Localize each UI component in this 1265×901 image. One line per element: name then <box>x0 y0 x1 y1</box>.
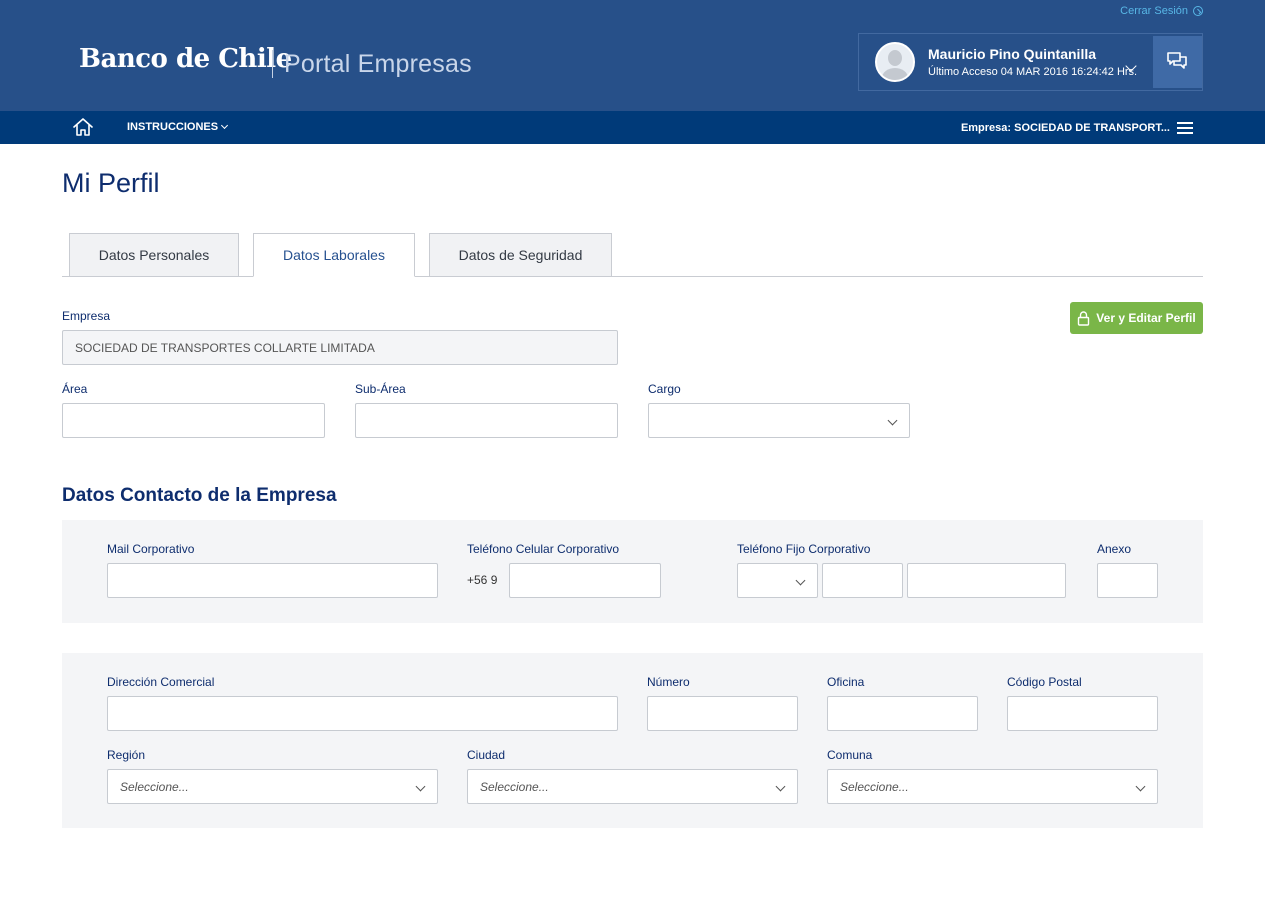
area-label: Área <box>62 382 88 396</box>
empresa-label: Empresa <box>62 309 111 323</box>
cell-input[interactable] <box>509 563 661 598</box>
street-label: Dirección Comercial <box>107 675 215 689</box>
cell-label: Teléfono Celular Corporativo <box>467 542 620 556</box>
logout-link[interactable]: Cerrar Sesión <box>1120 5 1203 17</box>
number-label: Número <box>647 675 690 689</box>
logo-divider <box>272 50 273 78</box>
hamburger-menu-icon[interactable] <box>1177 122 1193 134</box>
portal-title: Portal Empresas <box>284 50 472 78</box>
logout-label[interactable]: Cerrar Sesión <box>1120 5 1188 17</box>
tab-datos-personales[interactable]: Datos Personales <box>69 233 239 277</box>
subarea-label: Sub-Área <box>355 382 406 396</box>
cell-prefix: +56 9 <box>467 573 498 587</box>
commune-select[interactable]: Seleccione... <box>827 769 1158 804</box>
region-select[interactable]: Seleccione... <box>107 769 438 804</box>
ext-label: Anexo <box>1097 542 1132 556</box>
page-title: Mi Perfil <box>62 168 160 198</box>
bank-logo[interactable]: Banco de Chile <box>79 44 292 74</box>
phone-label: Teléfono Fijo Corporativo <box>737 542 871 556</box>
ext-input[interactable] <box>1097 563 1158 598</box>
office-input[interactable] <box>827 696 978 731</box>
tab-datos-laborales[interactable]: Datos Laborales <box>253 233 415 277</box>
chat-button[interactable] <box>1153 36 1202 88</box>
office-label: Oficina <box>827 675 865 689</box>
lock-icon <box>1078 310 1090 326</box>
city-label: Ciudad <box>467 748 506 762</box>
phone-code-select[interactable] <box>737 563 818 598</box>
cargo-select[interactable] <box>648 403 910 438</box>
commune-label: Comuna <box>827 748 873 762</box>
user-avatar <box>875 42 915 82</box>
address-panel: Dirección Comercial Número Oficina Códig… <box>62 653 1203 828</box>
empresa-value: SOCIEDAD DE TRANSPORTES COLLARTE LIMITAD… <box>75 340 375 355</box>
phone-area-input[interactable] <box>822 563 903 598</box>
main-navbar: INSTRUCCIONES Empresa: SOCIEDAD DE TRANS… <box>0 111 1265 144</box>
company-name[interactable]: SOCIEDAD DE TRANSPORT... <box>1014 122 1170 134</box>
empresa-field: SOCIEDAD DE TRANSPORTES COLLARTE LIMITAD… <box>62 330 618 365</box>
instructions-menu-label[interactable]: INSTRUCCIONES <box>127 121 218 133</box>
instructions-menu[interactable]: INSTRUCCIONES <box>127 121 229 133</box>
region-placeholder[interactable]: Seleccione... <box>120 780 189 794</box>
city-placeholder[interactable]: Seleccione... <box>480 780 549 794</box>
city-select[interactable]: Seleccione... <box>467 769 798 804</box>
last-access-text: Último Acceso 04 MAR 2016 16:24:42 Hrs. <box>928 66 1138 78</box>
subarea-input[interactable] <box>355 403 618 438</box>
region-label: Región <box>107 748 146 762</box>
contact-section-title: Datos Contacto de la Empresa <box>62 485 337 506</box>
mail-input[interactable] <box>107 563 438 598</box>
header: Cerrar Sesión Banco de Chile Portal Empr… <box>0 0 1265 111</box>
user-card[interactable]: Mauricio Pino Quintanilla Último Acceso … <box>858 33 1203 91</box>
edit-profile-label[interactable]: Ver y Editar Perfil <box>1096 311 1195 325</box>
area-input[interactable] <box>62 403 325 438</box>
chevron-down-icon[interactable] <box>221 121 229 130</box>
phone-number-input[interactable] <box>907 563 1066 598</box>
company-prefix: Empresa: <box>960 122 1012 134</box>
contact-panel: Mail Corporativo Teléfono Celular Corpor… <box>62 520 1203 623</box>
mail-label: Mail Corporativo <box>107 542 195 556</box>
postal-label: Código Postal <box>1007 675 1082 689</box>
chat-icon <box>1167 52 1187 69</box>
cargo-label: Cargo <box>648 382 681 396</box>
commune-placeholder[interactable]: Seleccione... <box>840 780 909 794</box>
edit-profile-button[interactable]: Ver y Editar Perfil <box>1070 302 1203 334</box>
tab-datos-seguridad[interactable]: Datos de Seguridad <box>429 233 612 277</box>
street-input[interactable] <box>107 696 618 731</box>
user-name: Mauricio Pino Quintanilla <box>928 46 1097 62</box>
postal-input[interactable] <box>1007 696 1158 731</box>
home-icon[interactable] <box>72 117 94 137</box>
number-input[interactable] <box>647 696 798 731</box>
logout-icon[interactable] <box>1193 6 1203 16</box>
company-selector[interactable]: Empresa: SOCIEDAD DE TRANSPORT... <box>961 122 1170 134</box>
